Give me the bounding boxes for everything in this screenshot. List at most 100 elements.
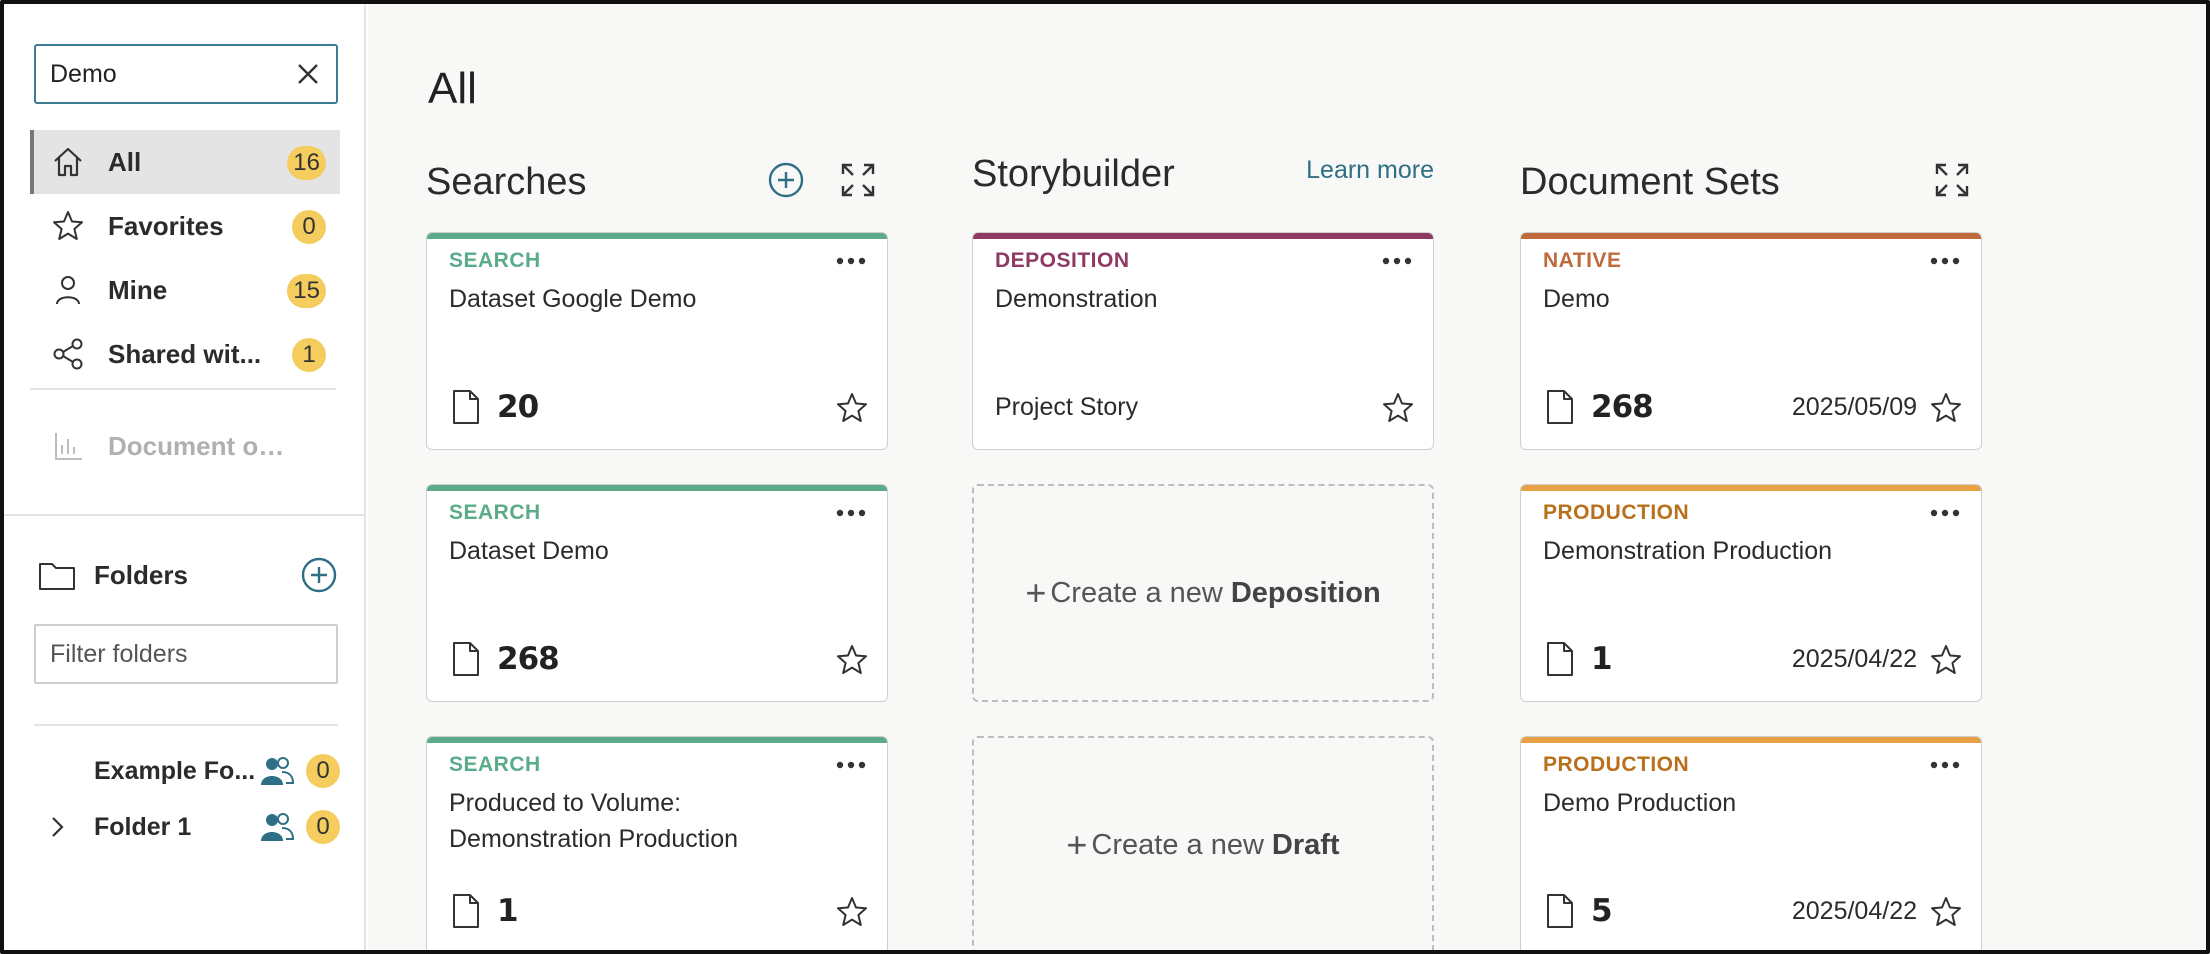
card-name: Demonstration Production: [1543, 537, 1833, 565]
chevron-right-icon[interactable]: [44, 814, 70, 840]
search-field[interactable]: [34, 44, 338, 104]
sidebar-item-document-overview: Document over...: [30, 414, 340, 478]
card-type: SEARCH: [449, 501, 541, 524]
card-type: PRODUCTION: [1543, 501, 1690, 524]
expand-icon[interactable]: [838, 160, 878, 200]
card-name: Produced to Volume: Demonstration Produc…: [449, 789, 739, 853]
folders-header: Folders: [38, 552, 338, 598]
section-title: Document Sets: [1520, 160, 1780, 203]
sidebar-item-mine[interactable]: Mine 15: [30, 258, 340, 322]
document-set-card[interactable]: PRODUCTION Demonstration Production 1 20…: [1520, 484, 1982, 702]
searches-column: Searches: [426, 152, 888, 212]
card-date: 2025/04/22: [1791, 897, 1917, 925]
folder-item[interactable]: Example Fo... 0: [34, 747, 340, 795]
card-accent: [427, 485, 887, 491]
star-icon: [50, 208, 86, 244]
expand-icon[interactable]: [1932, 160, 1972, 200]
card-name: Dataset Google Demo: [449, 285, 697, 313]
main-content: All Searches Storybuilder Learn more Doc…: [368, 4, 2206, 950]
favorite-star-icon[interactable]: [1929, 895, 1963, 929]
card-name: Demo Production: [1543, 789, 1737, 817]
card-accent: [427, 737, 887, 743]
sidebar-item-all[interactable]: All 16: [30, 130, 340, 194]
add-folder-button[interactable]: [300, 556, 338, 594]
more-options-icon[interactable]: [1929, 759, 1961, 771]
create-draft-button[interactable]: + Create a new Draft: [972, 736, 1434, 950]
home-icon: [50, 144, 86, 180]
create-target: Deposition: [1230, 576, 1381, 609]
document-count: 1: [497, 893, 519, 929]
sidebar-item-shared[interactable]: Shared wit... 1: [30, 322, 340, 386]
deposition-card[interactable]: DEPOSITION Demonstration Project Story: [972, 232, 1434, 450]
sidebar-item-label: Mine: [108, 274, 168, 305]
close-icon[interactable]: [294, 60, 322, 88]
card-accent: [1521, 233, 1981, 239]
more-options-icon[interactable]: [1381, 255, 1413, 267]
count-badge: 0: [306, 810, 340, 844]
bar-chart-icon: [50, 428, 86, 464]
document-count: 20: [497, 389, 539, 425]
document-sets-header: Document Sets: [1520, 152, 1982, 212]
card-type: DEPOSITION: [995, 249, 1130, 272]
document-icon: [453, 390, 479, 424]
sidebar-nav: All 16 Favorites 0 Mine 15 Shared wit...…: [30, 130, 340, 478]
count-badge: 0: [292, 210, 326, 244]
folder-item[interactable]: Folder 1 0: [34, 803, 340, 851]
shared-users-icon: [261, 757, 294, 785]
favorite-star-icon[interactable]: [835, 895, 869, 929]
document-icon: [1547, 390, 1573, 424]
document-count: 268: [497, 641, 560, 677]
divider: [4, 514, 364, 516]
card-type: PRODUCTION: [1543, 753, 1690, 776]
card-name: Demo: [1543, 285, 1610, 313]
document-count: 1: [1591, 641, 1613, 677]
search-card[interactable]: SEARCH Dataset Demo 268: [426, 484, 888, 702]
more-options-icon[interactable]: [835, 759, 867, 771]
favorite-star-icon[interactable]: [1381, 391, 1415, 425]
filter-folders-input[interactable]: [50, 639, 320, 669]
more-options-icon[interactable]: [1929, 255, 1961, 267]
more-options-icon[interactable]: [1929, 507, 1961, 519]
storybuilder-header: Storybuilder Learn more: [972, 144, 1434, 204]
document-set-card[interactable]: PRODUCTION Demo Production 5 2025/04/22: [1520, 736, 1982, 950]
document-count: 5: [1591, 893, 1613, 929]
filter-folders-field[interactable]: [34, 624, 338, 684]
favorite-star-icon[interactable]: [835, 643, 869, 677]
document-set-card[interactable]: NATIVE Demo 268 2025/05/09: [1520, 232, 1982, 450]
card-date: 2025/04/22: [1791, 645, 1917, 673]
plus-icon: +: [1025, 572, 1047, 613]
search-card[interactable]: SEARCH Dataset Google Demo 20: [426, 232, 888, 450]
favorite-star-icon[interactable]: [1929, 643, 1963, 677]
card-subtitle: Project Story: [995, 393, 1139, 421]
document-icon: [1547, 894, 1573, 928]
search-card[interactable]: SEARCH Produced to Volume: Demonstration…: [426, 736, 888, 950]
document-icon: [453, 642, 479, 676]
card-accent: [973, 233, 1433, 239]
add-search-button[interactable]: [766, 160, 806, 200]
learn-more-link[interactable]: Learn more: [1306, 156, 1434, 185]
favorite-star-icon[interactable]: [1929, 391, 1963, 425]
favorite-star-icon[interactable]: [835, 391, 869, 425]
document-icon: [1547, 642, 1573, 676]
sidebar-item-label: Document over...: [108, 430, 288, 461]
more-options-icon[interactable]: [835, 507, 867, 519]
card-date: 2025/05/09: [1791, 393, 1917, 421]
card-type: SEARCH: [449, 753, 541, 776]
card-name: Dataset Demo: [449, 537, 609, 565]
count-badge: 16: [287, 146, 326, 180]
section-title: Storybuilder: [972, 152, 1175, 195]
sidebar: All 16 Favorites 0 Mine 15: [4, 4, 366, 950]
sidebar-item-favorites[interactable]: Favorites 0: [30, 194, 340, 258]
divider: [34, 724, 338, 726]
count-badge: 15: [287, 274, 326, 308]
card-name: Demonstration: [995, 285, 1158, 313]
sidebar-item-label: Favorites: [108, 210, 224, 241]
search-input[interactable]: [50, 59, 280, 89]
card-type: SEARCH: [449, 249, 541, 272]
create-deposition-button[interactable]: + Create a new Deposition: [972, 484, 1434, 702]
section-title: Searches: [426, 160, 587, 203]
divider: [30, 388, 336, 390]
shared-users-icon: [261, 813, 294, 841]
share-icon: [50, 336, 86, 372]
more-options-icon[interactable]: [835, 255, 867, 267]
